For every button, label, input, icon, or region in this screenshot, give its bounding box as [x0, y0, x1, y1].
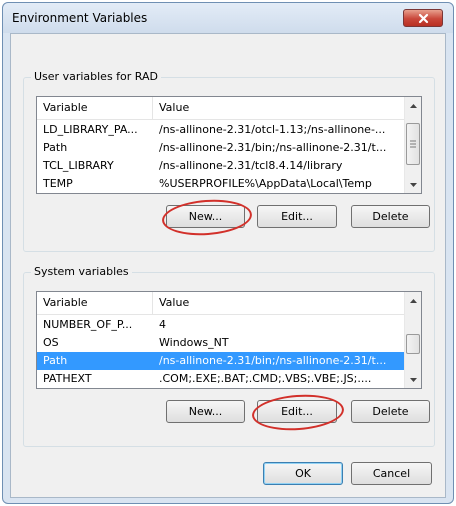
variable-name-cell: Path: [43, 141, 68, 154]
table-row[interactable]: OS Windows_NT: [37, 334, 406, 352]
user-variables-label: User variables for RAD: [31, 70, 161, 83]
scroll-up-button[interactable]: [405, 292, 421, 309]
variable-value-cell: /ns-allinone-2.31/bin;/ns-allinone-2.31/…: [159, 354, 387, 367]
table-row[interactable]: LD_LIBRARY_PA... /ns-allinone-2.31/otcl-…: [37, 121, 406, 139]
user-delete-button[interactable]: Delete: [351, 205, 430, 228]
system-delete-button[interactable]: Delete: [351, 400, 430, 423]
variable-name-cell: OS: [43, 336, 59, 349]
variable-value-cell: /ns-allinone-2.31/bin;/ns-allinone-2.31/…: [159, 141, 387, 154]
table-row[interactable]: PATHEXT .COM;.EXE;.BAT;.CMD;.VBS;.VBE;.J…: [37, 370, 406, 388]
system-new-button[interactable]: New...: [166, 400, 245, 423]
scroll-down-arrow-icon: [409, 182, 417, 187]
vertical-scrollbar[interactable]: [404, 292, 421, 388]
table-row-selected[interactable]: Path /ns-allinone-2.31/bin;/ns-allinone-…: [37, 352, 406, 370]
column-header-value[interactable]: Value: [153, 97, 406, 119]
variable-value-cell: /ns-allinone-2.31/tcl8.4.14/library: [159, 159, 343, 172]
dialog-client-area: User variables for RAD Variable Value LD…: [10, 33, 446, 498]
list-header: Variable Value: [37, 97, 406, 120]
user-edit-button[interactable]: Edit...: [257, 205, 337, 228]
user-new-button[interactable]: New...: [166, 205, 245, 228]
scroll-thumb-grip-icon: [410, 140, 416, 148]
scroll-up-button[interactable]: [405, 97, 421, 114]
variable-value-cell: Windows_NT: [159, 336, 229, 349]
system-variables-label: System variables: [31, 265, 132, 278]
system-variables-list[interactable]: Variable Value NUMBER_OF_P... 4 OS Windo…: [36, 291, 422, 389]
title-bar[interactable]: Environment Variables: [3, 3, 453, 33]
user-variables-group: User variables for RAD Variable Value LD…: [23, 70, 435, 252]
column-header-variable[interactable]: Variable: [37, 292, 153, 314]
system-variables-group: System variables Variable Value NUMBER_O…: [23, 265, 435, 447]
window-title: Environment Variables: [12, 11, 148, 25]
close-icon: [418, 13, 428, 23]
variable-name-cell: PATHEXT: [43, 372, 92, 385]
variable-value-cell: %USERPROFILE%\AppData\Local\Temp: [159, 177, 372, 190]
scroll-down-arrow-icon: [409, 377, 417, 382]
scrollbar-thumb[interactable]: [406, 334, 420, 354]
variable-name-cell: NUMBER_OF_P...: [43, 318, 133, 331]
scrollbar-thumb[interactable]: [406, 123, 420, 165]
variable-value-cell: .COM;.EXE;.BAT;.CMD;.VBS;.VBE;.JS;....: [159, 372, 372, 385]
environment-variables-dialog: Environment Variables User variables for…: [2, 2, 454, 504]
scroll-up-arrow-icon: [409, 298, 417, 303]
variable-name-cell: Path: [43, 354, 68, 367]
close-button[interactable]: [403, 9, 443, 27]
cancel-button[interactable]: Cancel: [351, 462, 432, 485]
user-variables-list[interactable]: Variable Value LD_LIBRARY_PA... /ns-alli…: [36, 96, 422, 194]
column-header-value[interactable]: Value: [153, 292, 406, 314]
list-header: Variable Value: [37, 292, 406, 315]
scroll-down-button[interactable]: [405, 371, 421, 388]
system-edit-button[interactable]: Edit...: [257, 400, 337, 423]
variable-name-cell: LD_LIBRARY_PA...: [43, 123, 138, 136]
scroll-up-arrow-icon: [409, 103, 417, 108]
table-row[interactable]: TCL_LIBRARY /ns-allinone-2.31/tcl8.4.14/…: [37, 157, 406, 175]
vertical-scrollbar[interactable]: [404, 97, 421, 193]
table-row[interactable]: NUMBER_OF_P... 4: [37, 316, 406, 334]
table-row[interactable]: TEMP %USERPROFILE%\AppData\Local\Temp: [37, 175, 406, 193]
scroll-down-button[interactable]: [405, 176, 421, 193]
variable-name-cell: TEMP: [43, 177, 73, 190]
table-row[interactable]: Path /ns-allinone-2.31/bin;/ns-allinone-…: [37, 139, 406, 157]
variable-name-cell: TCL_LIBRARY: [43, 159, 114, 172]
variable-value-cell: /ns-allinone-2.31/otcl-1.13;/ns-allinone…: [159, 123, 386, 136]
column-header-variable[interactable]: Variable: [37, 97, 153, 119]
ok-button[interactable]: OK: [263, 462, 343, 485]
variable-value-cell: 4: [159, 318, 166, 331]
